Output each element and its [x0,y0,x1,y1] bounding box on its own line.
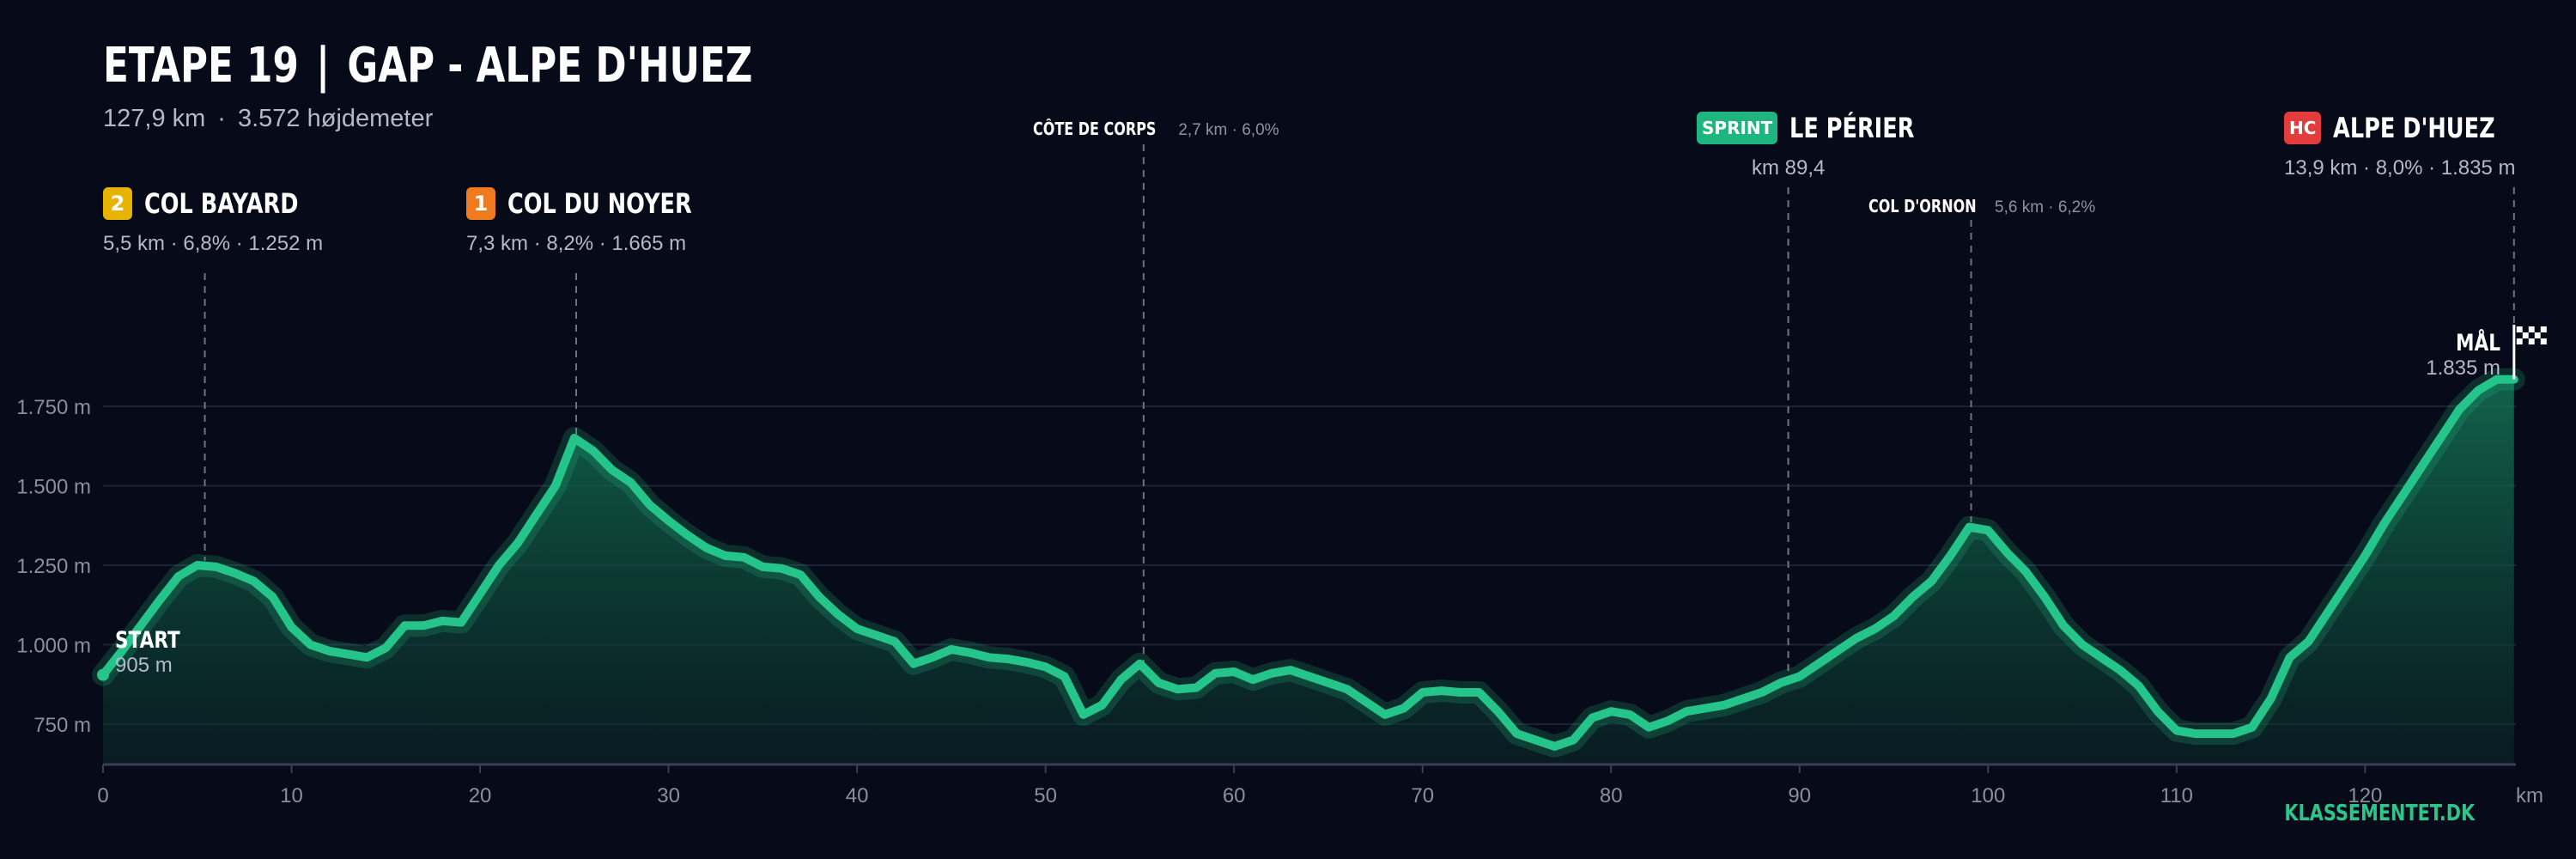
sprint-le-perier: SPRINT LE PÉRIER km 89,4 [1697,112,1946,180]
climb-name: ALPE D'HUEZ [2333,112,2496,144]
start-elevation: 905 m [115,654,173,677]
stage-profile-view: 0 10 20 30 40 50 60 70 80 90 100 110 120 km 750 m 1.00… [0,0,2576,859]
flag-cell [2522,332,2529,338]
x-tick-label: 30 [657,784,680,807]
category-badge: HC [2284,112,2322,144]
x-tick-label: 60 [1223,784,1246,807]
x-tick-label: 0 [97,784,108,807]
finish-elevation: 1.835 m [2426,356,2500,380]
elevation-gain: 3.572 højdemeter [237,105,434,132]
x-tick-label: 80 [1600,784,1623,807]
flag-cell [2528,332,2535,338]
climb-info: 5,6 km · 6,2% [1995,198,2096,216]
x-tick-label: 100 [1971,784,2005,807]
sprint-info: km 89,4 [1752,156,1826,180]
category-badge: 2 [103,187,132,220]
climb-col-dornon: COL D'ORNON 5,6 km · 6,2% [1868,196,2095,217]
climb-info: 5,5 km · 6,8% · 1.252 m [103,232,324,255]
y-tick-label: 1.500 m [16,476,91,499]
start-label: START 905 m [115,627,197,678]
climb-col-du-noyer: 1 COL DU NOYER 7,3 km · 8,2% · 1.665 m [466,187,738,256]
flag-cell [2540,332,2547,338]
climb-alpe-dhuez: HC ALPE D'HUEZ 13,9 km · 8,0% · 1.835 m [2284,112,2536,180]
x-tick-label: 70 [1411,784,1434,807]
climb-cote-de-corps: CÔTE DE CORPS 2,7 km · 6,0% [1033,119,1279,140]
flag-cell [2516,332,2523,338]
y-tick-label: 1.000 m [16,635,91,658]
sprint-badge: SPRINT [1697,112,1778,144]
flag-cell [2534,326,2541,332]
stage-summary: 127,9 km · 3.572 højdemeter [103,105,434,132]
flag-cell [2528,338,2535,344]
x-tick-label: 90 [1788,784,1811,807]
flag-cell [2528,326,2535,332]
flag-cell [2540,338,2547,344]
y-tick-label: 1.750 m [16,396,91,419]
x-tick-label: 40 [846,784,869,807]
climb-info: 13,9 km · 8,0% · 1.835 m [2284,156,2516,180]
page-title: ETAPE 19 | GAP - ALPE D'HUEZ [103,38,753,94]
climb-name: CÔTE DE CORPS [1033,119,1157,139]
y-tick-label: 750 m [33,714,91,737]
flag-cell [2522,338,2529,344]
climb-info: 2,7 km · 6,0% [1178,121,1279,139]
y-tick-label: 1.250 m [16,555,91,578]
y-axis-labels: 750 m 1.000 m 1.250 m 1.500 m 1.750 m [16,396,91,737]
climb-name: COL BAYARD [144,187,299,220]
flag-cell [2516,338,2523,344]
x-axis-label: km [2516,784,2543,807]
x-axis: 0 10 20 30 40 50 60 70 80 90 100 110 120 km [97,763,2543,807]
flag-cell [2534,338,2541,344]
climb-name: COL D'ORNON [1868,196,1977,216]
flag-cell [2516,326,2523,332]
brand-logo: KLASSEMENTET.DK [2284,801,2475,826]
start-point [97,668,109,681]
x-tick-label: 20 [469,784,492,807]
flag-cell [2540,326,2547,332]
finish-label: MÅL 1.835 m [2426,330,2500,380]
x-tick-label: 110 [2160,784,2193,807]
category-badge: 1 [466,187,495,220]
flag-cell [2522,326,2529,332]
climb-name: COL DU NOYER [507,187,692,220]
climb-info: 7,3 km · 8,2% · 1.665 m [466,232,687,255]
x-tick-label: 10 [280,784,303,807]
sprint-name: LE PÉRIER [1789,112,1915,144]
climb-col-bayard: 2 COL BAYARD 5,5 km · 6,8% · 1.252 m [103,187,337,256]
stage-distance: 127,9 km [103,105,206,132]
x-tick-label: 50 [1034,784,1057,807]
flag-cell [2534,332,2541,338]
